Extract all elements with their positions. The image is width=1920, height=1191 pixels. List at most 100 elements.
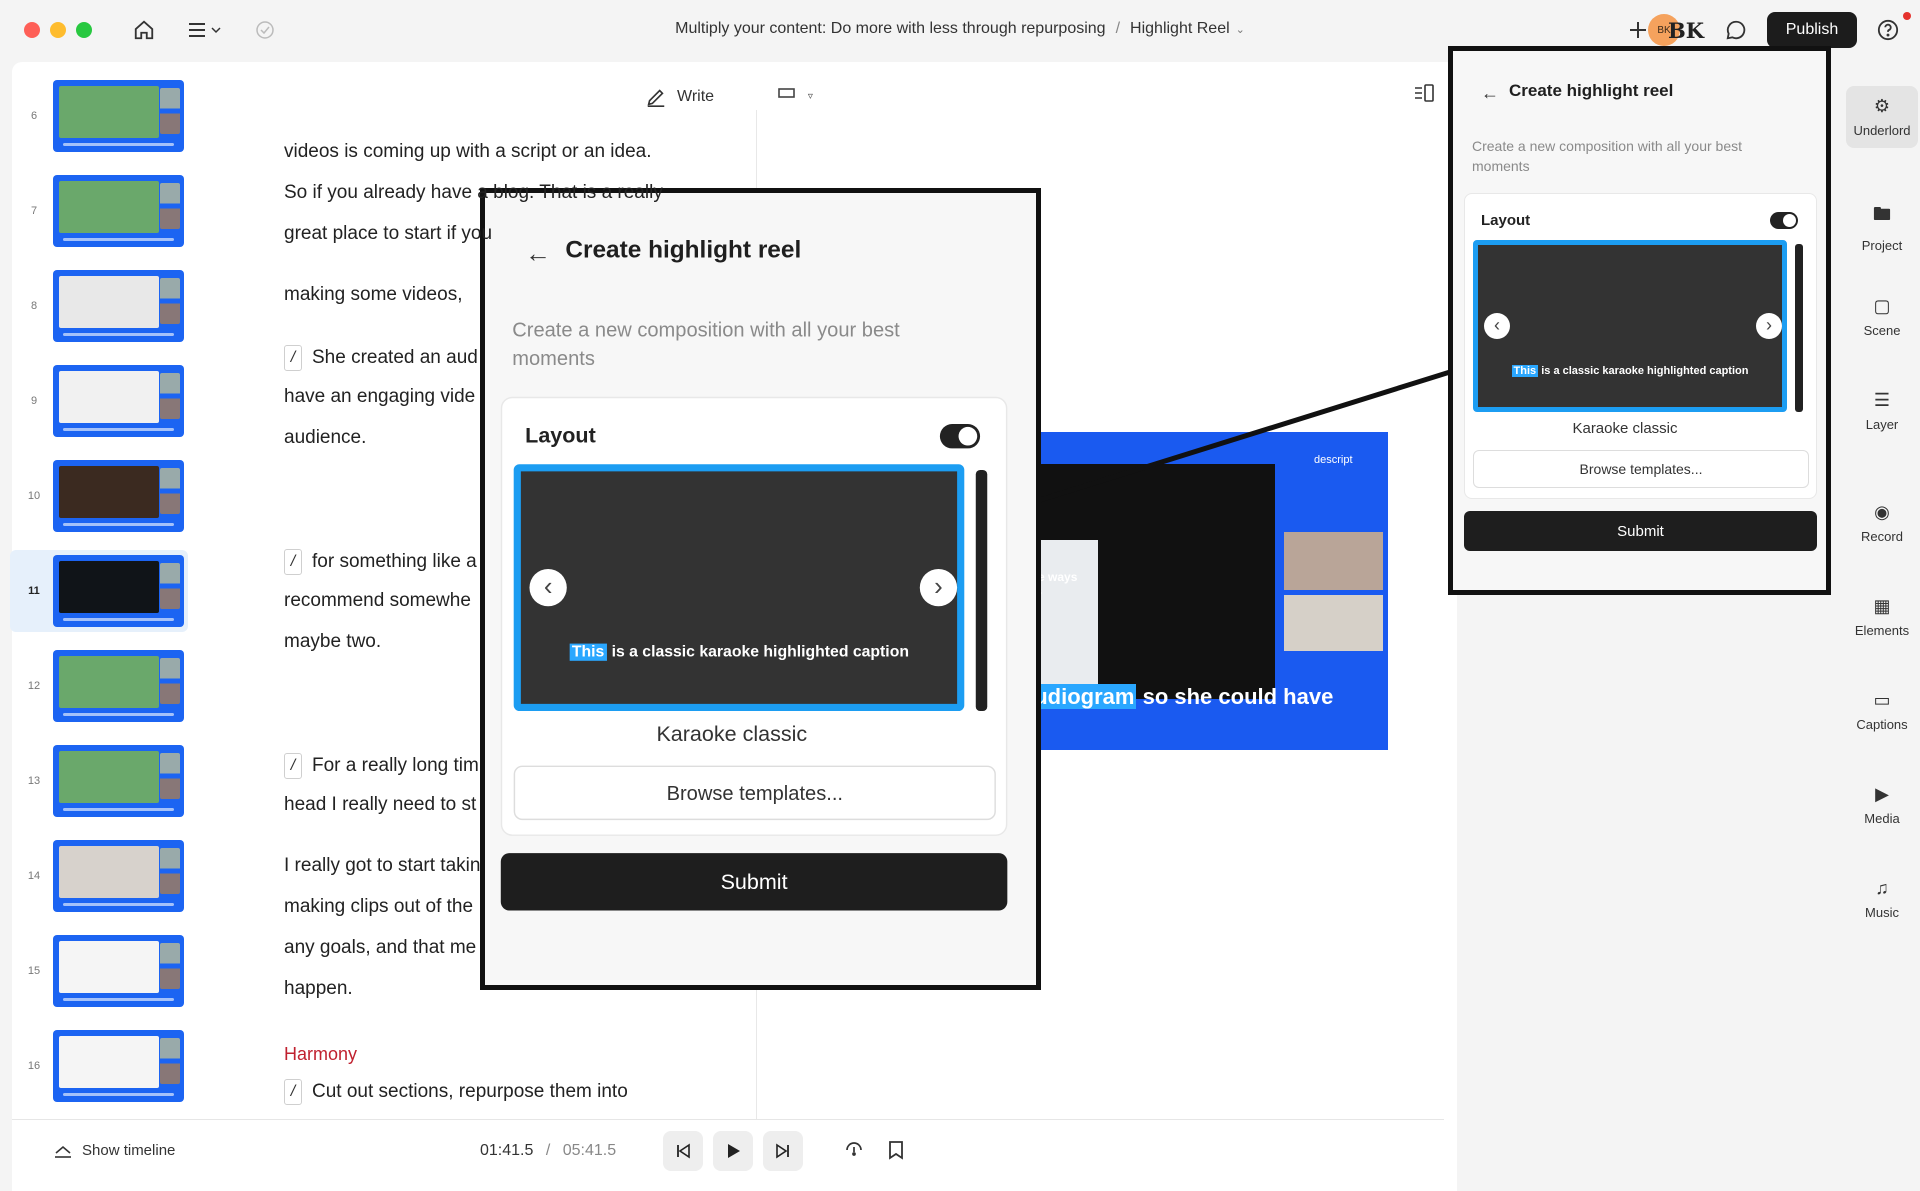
template-name: Karaoke classic [1572, 420, 1678, 437]
rail-item-underlord[interactable]: ⚙ Underlord [1846, 86, 1918, 148]
template-caption-rest: is a classic karaoke highlighted caption [607, 643, 909, 661]
layout-toggle[interactable] [1770, 212, 1798, 229]
script-line[interactable]: So if you already have a blog. That is a… [284, 182, 663, 204]
webcam-face-1 [1284, 532, 1383, 590]
toggle-knob [958, 426, 978, 446]
rail-item-label: Scene [1863, 323, 1901, 338]
next-template-peek[interactable] [1795, 244, 1803, 412]
skip-forward-button[interactable] [763, 1131, 803, 1171]
highlight-reel-panel: ← Create highlight reel Create a new com… [1448, 46, 1831, 595]
carousel-prev-button[interactable]: ‹ [1484, 313, 1510, 339]
loop-icon[interactable] [844, 1140, 864, 1165]
carousel-next-button[interactable]: › [919, 568, 958, 607]
script-line[interactable]: head I really need to st [284, 794, 476, 816]
rail-item-music[interactable]: ♫ Music [1844, 878, 1920, 920]
playback-bar: Show timeline 01:41.5 / 05:41.5 [12, 1119, 1444, 1191]
skip-back-icon [677, 1143, 690, 1159]
template-caption-highlight: This [568, 643, 608, 661]
scene-number: 12 [27, 680, 41, 692]
scene-number: 8 [30, 300, 38, 312]
scene-number: 6 [30, 110, 38, 122]
skip-back-button[interactable] [663, 1131, 703, 1171]
browse-templates-button[interactable]: Browse templates... [513, 765, 996, 821]
video-preview[interactable]: five ways hts descript audiogram so she … [1020, 432, 1388, 750]
script-text: any goals, and that me [284, 937, 477, 958]
publish-button[interactable]: Publish [1767, 12, 1857, 48]
script-line[interactable]: videos is coming up with a script or an … [284, 141, 652, 163]
script-line[interactable]: maybe two. [284, 631, 381, 653]
rail-item-record[interactable]: ◉ Record [1844, 502, 1920, 544]
bookmark-icon[interactable] [888, 1140, 904, 1165]
avatar-initials: BK [1668, 18, 1705, 43]
script-line[interactable]: recommend somewhe [284, 590, 471, 612]
play-icon [728, 1144, 740, 1158]
script-text: have an engaging vide [284, 386, 476, 407]
layout-selector[interactable]: ▿ [778, 86, 813, 102]
scene-break-marker[interactable]: / [284, 753, 302, 779]
script-line[interactable]: / Cut out sections, repurpose them into [284, 1079, 628, 1105]
folder-icon: 🖿 [1873, 204, 1891, 224]
rail-item-elements[interactable]: ▦ Elements [1844, 596, 1920, 638]
scene-preview-image [53, 270, 184, 342]
script-line[interactable]: I really got to start takin [284, 855, 480, 877]
scene-preview-image [53, 80, 184, 152]
script-line[interactable]: making clips out of the [284, 896, 473, 918]
rail-item-layer[interactable]: ☰ Layer [1844, 390, 1920, 432]
highlight-reel-zoom-callout: ← Create highlight reel Create a new com… [480, 188, 1041, 990]
template-preview[interactable]: ‹ › This is a classic karaoke highlighte… [1473, 240, 1787, 412]
template-caption-highlight: This [1511, 365, 1539, 377]
script-text: great place to start if you [284, 223, 493, 244]
back-arrow-icon[interactable]: ← [525, 239, 551, 269]
scene-break-marker[interactable]: / [284, 345, 302, 371]
scene-preview-image [53, 1030, 184, 1102]
comment-icon[interactable] [1722, 16, 1750, 44]
preview-caption: audiogram so she could have [1020, 684, 1333, 710]
webcam-face-2 [1284, 595, 1383, 651]
script-line[interactable]: / for something like a [284, 549, 477, 575]
rectangle-icon [778, 88, 795, 98]
script-text: She created an aud [312, 347, 478, 369]
play-button[interactable] [713, 1131, 753, 1171]
chevron-down-icon[interactable]: ⌄ [1236, 24, 1245, 36]
scene-break-marker[interactable]: / [284, 549, 302, 575]
breadcrumb-composition[interactable]: Highlight Reel [1130, 20, 1230, 37]
panel-toggle-icon[interactable] [1413, 84, 1435, 107]
script-line[interactable]: happen. [284, 978, 353, 1000]
carousel-prev-button[interactable]: ‹ [529, 568, 567, 607]
rail-item-captions[interactable]: ▭ Captions [1844, 690, 1920, 732]
back-arrow-icon[interactable]: ← [1481, 83, 1499, 104]
submit-button[interactable]: Submit [500, 853, 1008, 911]
next-template-peek[interactable] [975, 469, 988, 712]
script-text: audience. [284, 427, 367, 448]
scene-break-marker[interactable]: / [284, 1079, 302, 1105]
layout-toggle[interactable] [939, 424, 981, 449]
breadcrumb-project[interactable]: Multiply your content: Do more with less… [675, 20, 1105, 37]
carousel-next-button[interactable]: › [1756, 313, 1782, 339]
script-line[interactable]: making some videos, [284, 284, 462, 306]
panel-description: Create a new composition with all your b… [512, 317, 900, 370]
total-time: 05:41.5 [562, 1142, 617, 1159]
script-line[interactable]: / She created an aud [284, 345, 478, 371]
speaker-label[interactable]: Harmony [284, 1044, 357, 1065]
script-line[interactable]: have an engaging vide [284, 386, 475, 408]
scene-preview-image [53, 745, 184, 817]
script-text: So if you already have a blog. That is a… [284, 182, 663, 203]
scene-number: 10 [27, 490, 41, 502]
template-preview[interactable]: ‹ › This is a classic karaoke highlighte… [513, 464, 965, 712]
rail-item-project[interactable]: 🖿 Project [1844, 202, 1920, 253]
show-timeline-button[interactable]: Show timeline [54, 1142, 175, 1159]
chevron-down-icon: ▿ [807, 91, 813, 102]
script-line[interactable]: audience. [284, 427, 366, 449]
submit-button[interactable]: Submit [1464, 511, 1817, 551]
rail-item-scene[interactable]: ▢ Scene [1844, 296, 1920, 338]
script-line[interactable]: any goals, and that me [284, 937, 476, 959]
breadcrumb-separator: / [1115, 20, 1121, 37]
scene-preview-image [53, 175, 184, 247]
script-line[interactable]: great place to start if you [284, 223, 492, 245]
script-line[interactable]: / For a really long tim [284, 753, 479, 779]
write-mode-button[interactable]: Write [645, 86, 714, 108]
timeline-icon [55, 1145, 71, 1158]
browse-templates-button[interactable]: Browse templates... [1473, 450, 1809, 488]
rail-item-media[interactable]: ▶ Media [1844, 784, 1920, 826]
help-icon[interactable] [1874, 16, 1902, 44]
